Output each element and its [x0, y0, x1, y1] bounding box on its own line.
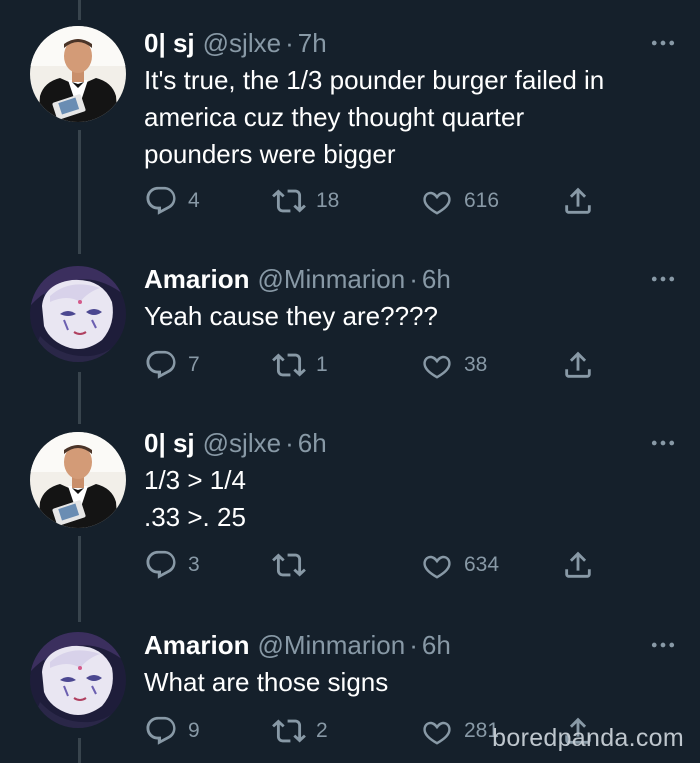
reply-count: 4 [188, 189, 200, 212]
timestamp[interactable]: 6h [422, 264, 451, 295]
retweet-button[interactable]: 18 [272, 184, 339, 218]
like-button[interactable]: 38 [420, 348, 487, 382]
thread-line [78, 372, 81, 424]
retweet-icon [272, 548, 306, 582]
tweet-text-line: 1/3 > 1/4 [144, 465, 246, 495]
tweet-text: What are those signs [144, 664, 660, 701]
heart-icon [420, 184, 454, 218]
share-button[interactable] [561, 348, 595, 382]
share-icon [561, 548, 595, 582]
avatar[interactable] [30, 266, 126, 362]
timestamp[interactable]: 7h [298, 28, 327, 59]
reply-button[interactable]: 4 [144, 184, 200, 218]
more-options-icon[interactable] [648, 630, 678, 660]
display-name[interactable]: 0| sj [144, 28, 195, 59]
user-handle[interactable]: @Minmarion [257, 264, 405, 295]
tweet-text-line: Yeah cause they are???? [144, 301, 438, 331]
tweet-header: 0| sj @sjlxe · 7h [144, 26, 327, 60]
man-in-tuxedo-avatar-icon [30, 26, 126, 122]
more-options-icon[interactable] [648, 428, 678, 458]
share-icon [561, 184, 595, 218]
more-options-icon[interactable] [648, 264, 678, 294]
like-button[interactable]: 281 [420, 714, 499, 748]
thread-line [78, 536, 81, 622]
reply-button[interactable]: 3 [144, 548, 200, 582]
tweet-text: It's true, the 1/3 pounder burger failed… [144, 62, 660, 173]
reply-icon [144, 348, 178, 382]
more-options-icon[interactable] [648, 28, 678, 58]
tweet-text-line: It's true, the 1/3 pounder burger failed… [144, 65, 605, 95]
retweet-count: 2 [316, 719, 328, 742]
reply-count: 7 [188, 353, 200, 376]
separator: · [285, 27, 294, 58]
retweet-button[interactable] [272, 548, 316, 582]
heart-icon [420, 348, 454, 382]
retweet-button[interactable]: 1 [272, 348, 328, 382]
retweet-icon [272, 714, 306, 748]
reply-icon [144, 714, 178, 748]
thread-line [78, 0, 81, 20]
tweet-header: 0| sj @sjlxe · 6h [144, 426, 327, 460]
tweet-text-line: .33 >. 25 [144, 502, 246, 532]
like-count: 616 [464, 189, 500, 212]
user-handle[interactable]: @sjlxe [203, 428, 281, 459]
separator: · [285, 427, 294, 458]
user-handle[interactable]: @sjlxe [203, 28, 281, 59]
reply-count: 9 [188, 719, 200, 742]
man-in-tuxedo-avatar-icon [30, 432, 126, 528]
tweet-header: Amarion @Minmarion · 6h [144, 628, 451, 662]
retweet-icon [272, 184, 306, 218]
tweet-text: Yeah cause they are???? [144, 298, 660, 335]
display-name[interactable]: Amarion [144, 264, 249, 295]
separator: · [409, 629, 418, 660]
tweet-text-line: america cuz they thought quarter [144, 102, 525, 132]
like-count: 38 [464, 353, 488, 376]
display-name[interactable]: Amarion [144, 630, 249, 661]
separator: · [409, 263, 418, 294]
reply-icon [144, 548, 178, 582]
display-name[interactable]: 0| sj [144, 428, 195, 459]
reply-button[interactable]: 9 [144, 714, 200, 748]
reply-count: 3 [188, 553, 200, 576]
thread-line [78, 130, 81, 254]
reply-icon [144, 184, 178, 218]
tweet-text-line: What are those signs [144, 667, 389, 697]
like-button[interactable]: 634 [420, 548, 499, 582]
action-bar: 3 634 [144, 548, 664, 582]
like-count: 634 [464, 553, 500, 576]
retweet-button[interactable]: 2 [272, 714, 328, 748]
share-icon [561, 348, 595, 382]
timestamp[interactable]: 6h [298, 428, 327, 459]
boredpanda-watermark: boredpanda.com [492, 724, 684, 752]
action-bar: 4 18 616 [144, 184, 664, 218]
anime-character-avatar-icon [30, 632, 126, 728]
user-handle[interactable]: @Minmarion [257, 630, 405, 661]
retweet-icon [272, 348, 306, 382]
thread-line [78, 738, 81, 763]
timestamp[interactable]: 6h [422, 630, 451, 661]
action-bar: 7 1 38 [144, 348, 664, 382]
retweet-count: 1 [316, 353, 328, 376]
tweet-header: Amarion @Minmarion · 6h [144, 262, 451, 296]
share-button[interactable] [561, 184, 595, 218]
tweet-text-line: pounders were bigger [144, 139, 396, 169]
reply-button[interactable]: 7 [144, 348, 200, 382]
avatar[interactable] [30, 632, 126, 728]
avatar[interactable] [30, 432, 126, 528]
avatar[interactable] [30, 26, 126, 122]
heart-icon [420, 714, 454, 748]
share-button[interactable] [561, 548, 595, 582]
heart-icon [420, 548, 454, 582]
like-button[interactable]: 616 [420, 184, 499, 218]
anime-character-avatar-icon [30, 266, 126, 362]
retweet-count: 18 [316, 189, 340, 212]
tweet-text: 1/3 > 1/4 .33 >. 25 [144, 462, 660, 536]
